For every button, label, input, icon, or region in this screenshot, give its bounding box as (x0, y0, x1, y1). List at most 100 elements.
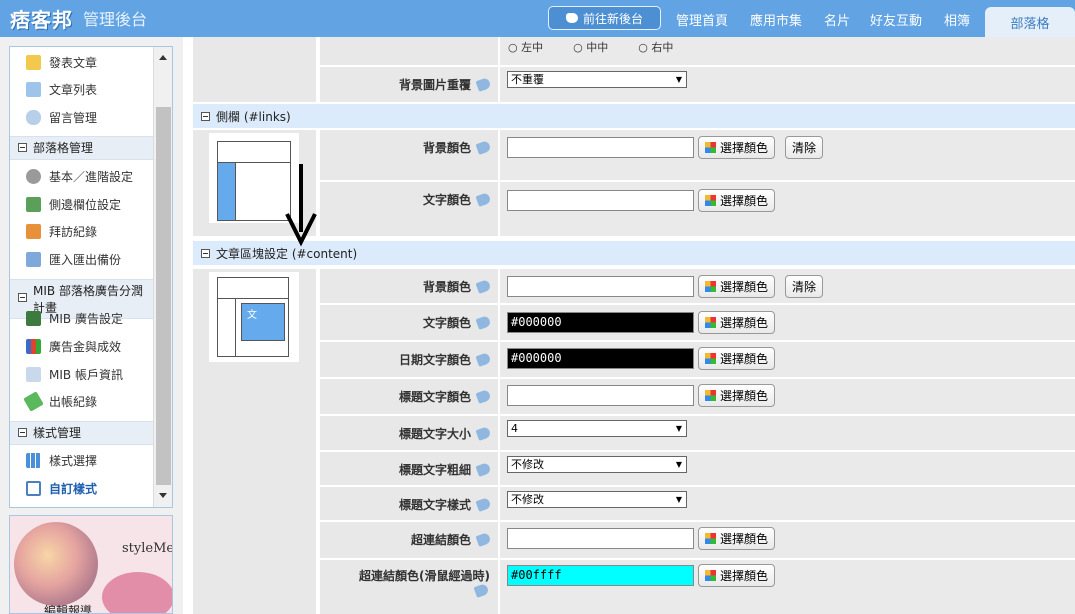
sidebar-item-custom-style[interactable]: 自訂樣式 (26, 479, 97, 497)
link-color-pick-button[interactable]: 選擇顏色 (698, 527, 776, 550)
content-bg-color-input[interactable] (507, 276, 694, 297)
palette-icon (705, 281, 716, 292)
nav-friends[interactable]: 好友互動 (870, 10, 922, 29)
new-admin-label: 前往新後台 (582, 11, 643, 26)
content-preview-cell: 文 (193, 269, 316, 614)
links-bg-color-clear-button[interactable]: 清除 (785, 136, 824, 159)
date-text-color-pick-button[interactable]: 選擇顏色 (698, 347, 776, 370)
bg-repeat-select[interactable]: 不重覆 (507, 71, 687, 88)
links-text-color-input[interactable] (507, 190, 694, 211)
new-admin-button[interactable]: 前往新後台 (548, 6, 661, 30)
content-bg-color-pick-button[interactable]: 選擇顏色 (698, 275, 776, 298)
sidebar-item-basic-settings[interactable]: 基本／進階設定 (26, 167, 133, 185)
pencil-icon (26, 54, 41, 70)
nav-album[interactable]: 相簿 (944, 10, 970, 29)
title-text-color-pick-button[interactable]: 選擇顏色 (698, 384, 776, 407)
main-content: ○ 左中 ○ 中中 ○ 右中 背景圖片重覆 不重覆 側欄 (#links) 背景… (183, 37, 1075, 614)
value-cell: ○ 左中 ○ 中中 ○ 右中 (500, 37, 1075, 65)
sidebar: 發表文章 文章列表 留言管理 部落格管理 基本／進階設定 側邊欄位設定 拜訪紀錄… (9, 46, 173, 508)
radio-left-middle[interactable]: ○ 左中 (508, 39, 543, 55)
content-bg-color-label: 背景顏色 (423, 278, 492, 295)
date-text-color-input[interactable]: #000000 (507, 348, 694, 369)
collapse-icon (201, 111, 210, 121)
label-cell: 標題文字樣式 (320, 487, 498, 520)
scrollbar-thumb[interactable] (156, 107, 171, 485)
title-text-color-label: 標題文字顏色 (399, 388, 492, 405)
label-cell: 文字顏色 (320, 305, 498, 340)
title-text-style-select[interactable]: 不修改 (507, 491, 687, 508)
tag-icon (475, 532, 492, 547)
section-links[interactable]: 側欄 (#links) (193, 104, 1075, 128)
palette-icon (705, 390, 716, 401)
sidebar-item-mib-account[interactable]: MIB 帳戶資訊 (26, 365, 123, 383)
tag-icon (473, 583, 490, 598)
document-icon (26, 81, 41, 97)
nav-home[interactable]: 管理首頁 (676, 10, 728, 29)
label-cell: 超連結顏色 (320, 522, 498, 558)
link-color-input[interactable] (507, 528, 694, 549)
sidebar-item-payouts[interactable]: 出帳紀錄 (23, 390, 97, 412)
nav-app-market[interactable]: 應用市集 (750, 10, 802, 29)
bar-chart-icon (26, 338, 41, 354)
sidebar-item-new-post[interactable]: 發表文章 (26, 53, 97, 71)
title-text-size-select[interactable]: 4 (507, 420, 687, 437)
palette-icon (705, 570, 716, 581)
title-text-style-label: 標題文字樣式 (399, 496, 492, 513)
sidebar-item-import-export[interactable]: 匯入匯出備份 (26, 250, 121, 268)
content-bg-color-clear-button[interactable]: 清除 (785, 275, 824, 298)
links-bg-color-pick-button[interactable]: 選擇顏色 (698, 136, 776, 159)
logo[interactable]: 痞客邦 管理後台 (10, 5, 147, 32)
label-cell: 標題文字大小 (320, 416, 498, 450)
label-cell (320, 37, 498, 65)
scroll-up-icon[interactable] (159, 55, 167, 60)
palette-icon (705, 195, 716, 206)
annotation-arrow-icon (285, 164, 317, 247)
radio-right-middle[interactable]: ○ 右中 (638, 39, 673, 55)
title-text-color-input[interactable] (507, 385, 694, 406)
title-text-weight-select[interactable]: 不修改 (507, 456, 687, 473)
tag-icon (475, 352, 492, 367)
content-text-color-pick-button[interactable]: 選擇顏色 (698, 311, 776, 334)
links-bg-color-input[interactable] (507, 137, 694, 158)
ad-caption: 編輯報導 (44, 604, 93, 614)
collapse-icon (18, 143, 27, 152)
tab-blog[interactable]: 部落格 (985, 7, 1075, 37)
link-hover-color-input[interactable]: #00ffff (507, 565, 694, 586)
tag-icon (475, 426, 492, 441)
css-icon (26, 480, 41, 496)
tag-icon (475, 389, 492, 404)
sidebar-item-visits[interactable]: 拜訪紀錄 (26, 222, 97, 240)
value-cell: 4 (500, 416, 1075, 450)
nav-card[interactable]: 名片 (824, 10, 850, 29)
title-text-weight-label: 標題文字粗細 (399, 461, 492, 478)
section-content[interactable]: 文章區塊設定 (#content) (193, 241, 1075, 265)
links-text-color-pick-button[interactable]: 選擇顏色 (698, 189, 776, 212)
radio-center-middle[interactable]: ○ 中中 (573, 39, 608, 55)
ad-banner[interactable]: styleMe 編輯報導 (9, 515, 173, 614)
date-text-color-label: 日期文字顏色 (399, 351, 492, 368)
sidebar-item-style-select[interactable]: 樣式選擇 (26, 451, 97, 469)
sidebar-item-side-widgets[interactable]: 側邊欄位設定 (26, 195, 121, 213)
tag-icon (475, 462, 492, 477)
value-cell: 選擇顏色 (500, 379, 1075, 414)
palette-icon (705, 353, 716, 364)
grid-icon (26, 452, 41, 468)
label-cell: 超連結顏色(滑鼠經過時) (320, 560, 498, 614)
backup-icon (26, 251, 41, 267)
sidebar-item-ad-revenue[interactable]: 廣告金與成效 (26, 337, 121, 355)
makeup-palette-image (14, 522, 98, 606)
content-text-color-input[interactable]: #000000 (507, 312, 694, 333)
collapse-icon (201, 248, 210, 258)
scroll-down-icon[interactable] (159, 493, 167, 498)
link-hover-color-pick-button[interactable]: 選擇顏色 (698, 564, 776, 587)
sidebar-item-mib-settings[interactable]: MIB 廣告設定 (26, 309, 123, 327)
section-blog-management[interactable]: 部落格管理 (10, 136, 153, 160)
preview-header (217, 277, 289, 299)
title-text-size-label: 標題文字大小 (399, 425, 492, 442)
palette-icon (705, 533, 716, 544)
sidebar-item-post-list[interactable]: 文章列表 (26, 80, 97, 98)
sidebar-item-comments[interactable]: 留言管理 (26, 108, 97, 126)
sidebar-scrollbar[interactable] (153, 47, 172, 507)
section-style-management[interactable]: 樣式管理 (10, 421, 153, 445)
palette-icon (705, 142, 716, 153)
